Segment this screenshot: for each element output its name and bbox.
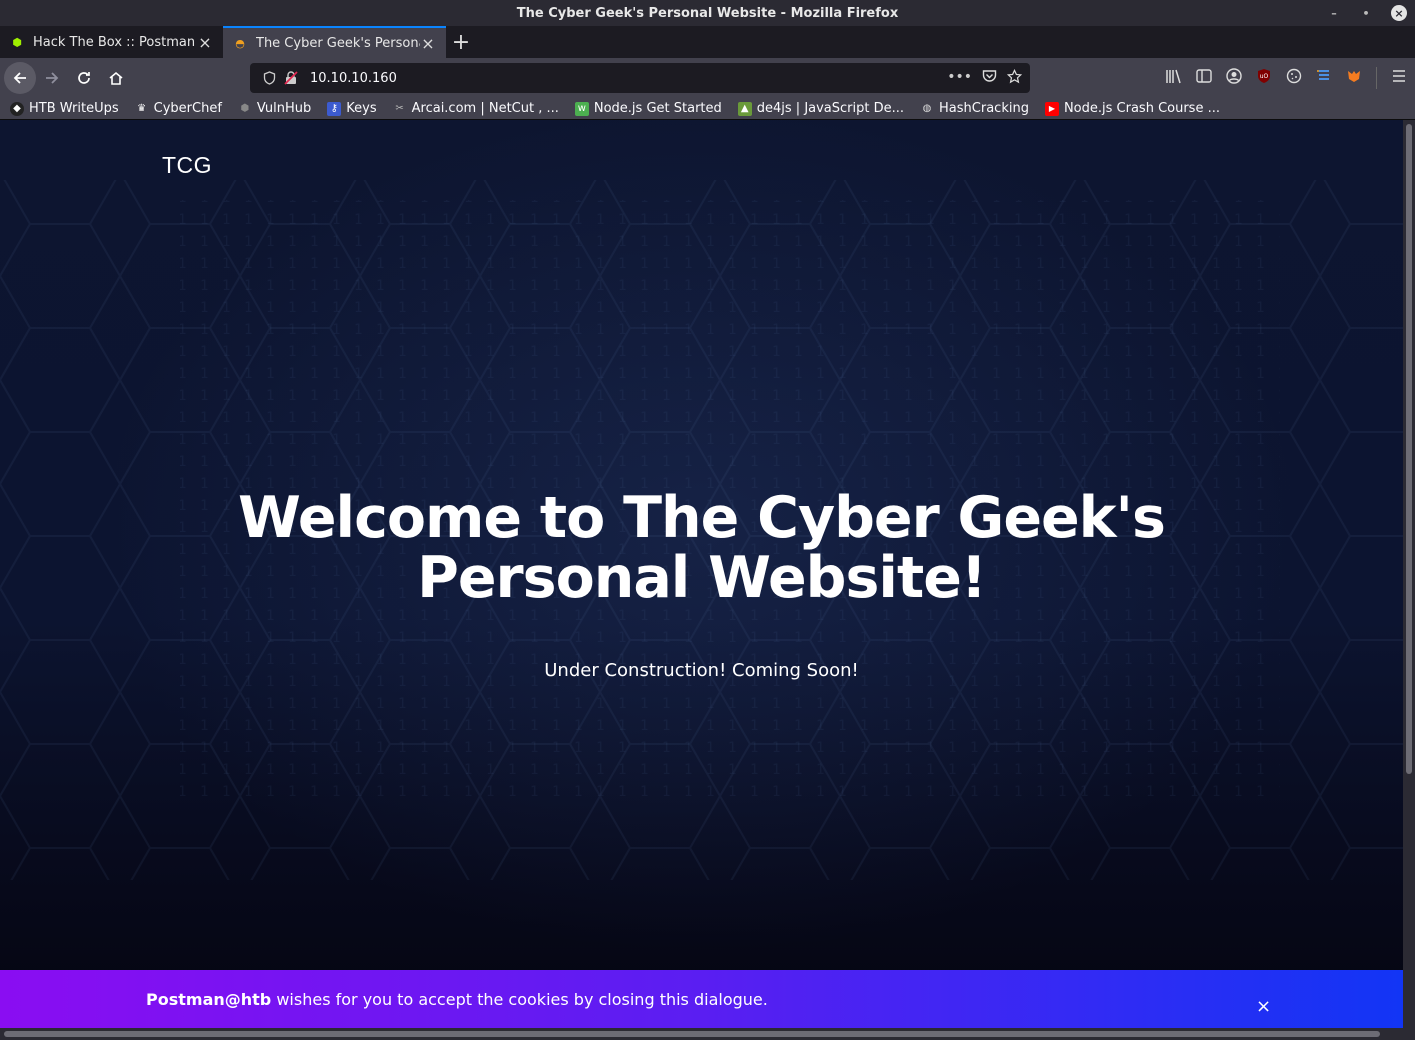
reload-icon [78,72,90,84]
title-bar: The Cyber Geek's Personal Website - Mozi… [0,0,1415,26]
url-bar[interactable]: 10.10.10.160 ••• [250,63,1030,93]
new-tab-button[interactable]: + [446,26,476,58]
nav-bar: 10.10.10.160 ••• uO [0,58,1415,98]
toolbar-right: uO [1165,67,1407,89]
scrollbar-thumb[interactable] [1406,124,1412,774]
globe-icon: ◍ [922,103,932,114]
bookmark-vulnhub[interactable]: ⬢ VulnHub [238,101,312,116]
bookmark-keys[interactable]: ⚷ Keys [327,101,377,116]
bookmark-nodejs-crash-course[interactable]: ▶ Node.js Crash Course ... [1044,101,1220,116]
bookmark-hashcracking[interactable]: ◍ HashCracking [920,101,1029,116]
svg-text:uO: uO [1260,73,1269,80]
close-tab-icon[interactable]: × [197,33,213,52]
home-icon [109,71,123,85]
youtube-icon: ▶ [1044,101,1059,116]
sidebar-icon[interactable] [1196,69,1212,87]
tab-title: The Cyber Geek's Personal [256,35,420,51]
de4js-icon: ▲ [737,101,752,116]
window-title: The Cyber Geek's Personal Website - Mozi… [516,5,899,21]
netcut-icon: ✂ [395,103,404,114]
hero-subtitle: Under Construction! Coming Soon! [544,660,859,681]
close-window-button[interactable]: × [1391,5,1407,21]
chef-icon: ♛ [137,103,147,114]
menu-icon[interactable] [1391,69,1407,87]
back-button[interactable] [4,62,36,94]
cookie-icon[interactable] [1286,68,1302,88]
url-actions: ••• [947,68,1023,88]
bookmark-htb-writeups[interactable]: ◆ HTB WriteUps [10,101,119,116]
hackthebox-icon: ⬢ [12,35,22,49]
foxyproxy-icon[interactable] [1346,68,1362,88]
keys-icon: ⚷ [327,101,342,116]
hero-title-line2: Personal Website! [417,545,987,611]
account-icon[interactable] [1226,68,1242,88]
browser-window: The Cyber Geek's Personal Website - Mozi… [0,0,1415,1040]
toolbar-separator [1376,67,1377,89]
insecure-lock-icon[interactable] [280,71,302,85]
tab-cybergeek[interactable]: ◓ The Cyber Geek's Personal × [223,26,446,58]
reload-button[interactable] [68,62,100,94]
web-page: 1 TCG Welcome to The Cyber Geek's Person… [0,120,1403,1028]
bookmark-cyberchef[interactable]: ♛ CyberChef [135,101,222,116]
library-icon[interactable] [1165,69,1182,88]
hero-title: Welcome to The Cyber Geek's Personal Web… [0,488,1403,608]
cookie-message: Postman@htb wishes for you to accept the… [146,990,768,1009]
url-text[interactable]: 10.10.10.160 [310,71,947,86]
arrow-right-icon [46,72,59,84]
htb-icon: ◆ [10,101,24,116]
hero-title-line1: Welcome to The Cyber Geek's [238,485,1166,551]
arrow-left-icon [13,72,26,84]
home-button[interactable] [100,62,132,94]
wappalyzer-icon[interactable] [1316,68,1332,88]
scrollbar-thumb[interactable] [4,1031,1380,1037]
pocket-icon[interactable] [982,69,997,88]
bookmark-star-icon[interactable] [1006,68,1023,88]
site-logo[interactable]: TCG [162,152,212,179]
close-tab-icon[interactable]: × [420,34,436,53]
horizontal-scrollbar[interactable] [0,1028,1415,1040]
page-actions-icon[interactable]: ••• [947,69,972,88]
shield-icon[interactable] [258,71,280,85]
cookie-message-bold: Postman@htb [146,989,272,1009]
tab-title: Hack The Box :: Postman [33,34,196,50]
cookie-message-text: wishes for you to accept the cookies by … [271,989,768,1009]
cookie-close-button[interactable]: × [1256,996,1271,1017]
vertical-scrollbar[interactable] [1403,120,1415,1028]
cookie-banner: Postman@htb wishes for you to accept the… [0,970,1403,1028]
ublock-icon[interactable]: uO [1256,68,1272,88]
cybergeek-icon: ◓ [235,36,245,50]
maximize-button[interactable]: • [1359,6,1373,20]
window-controls: – • × [1327,0,1407,26]
minimize-button[interactable]: – [1327,6,1341,20]
bookmark-nodejs-get-started[interactable]: w Node.js Get Started [574,101,722,116]
forward-button[interactable] [36,62,68,94]
bookmarks-toolbar: ◆ HTB WriteUps ♛ CyberChef ⬢ VulnHub ⚷ K… [0,98,1415,120]
tab-strip: ⬢ Hack The Box :: Postman × ◓ The Cyber … [0,26,1415,58]
w3-icon: w [574,101,589,116]
bookmark-de4js[interactable]: ▲ de4js | JavaScript De... [737,101,904,116]
bookmark-netcut[interactable]: ✂ Arcai.com | NetCut , ... [393,101,558,116]
tab-hackthebox[interactable]: ⬢ Hack The Box :: Postman × [0,26,223,58]
vulnhub-icon: ⬢ [240,103,250,114]
